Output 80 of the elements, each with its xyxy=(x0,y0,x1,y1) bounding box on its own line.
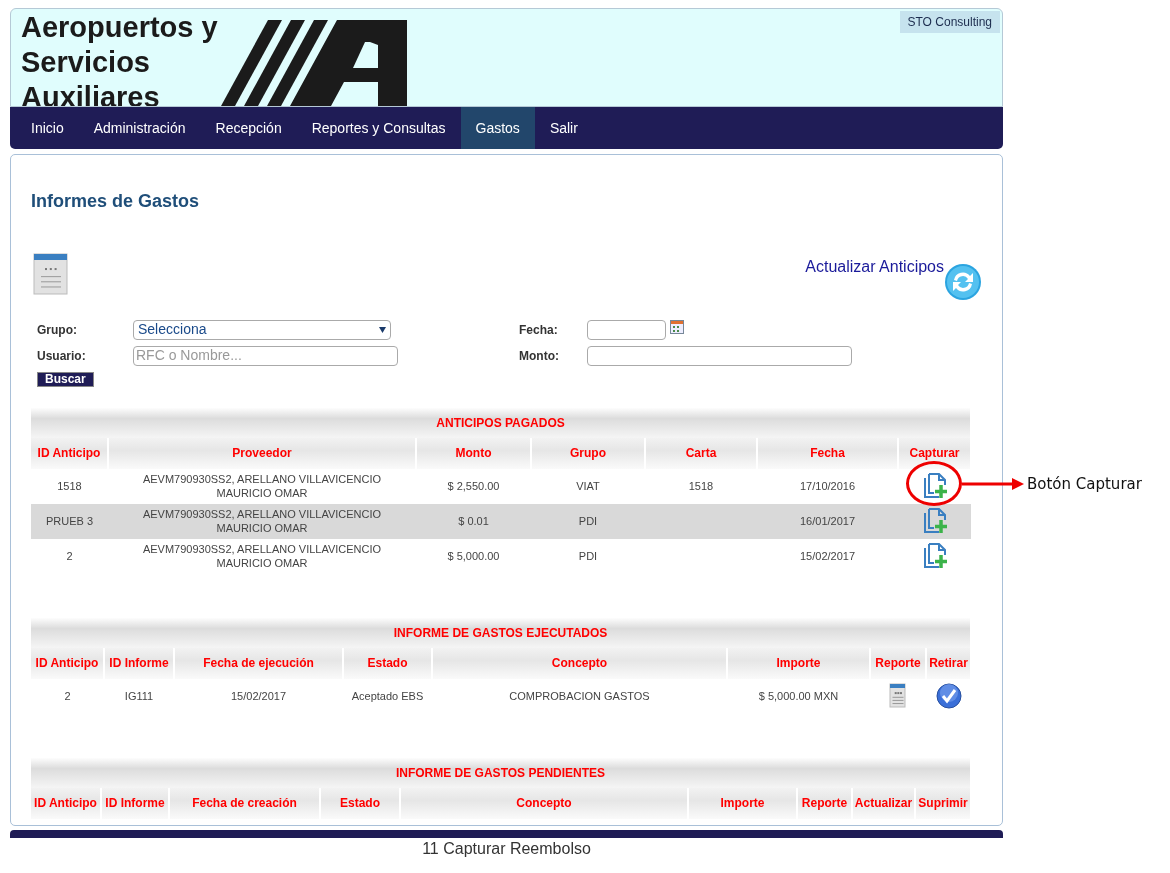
search-button[interactable]: Buscar xyxy=(37,371,94,387)
table-cell: PDI xyxy=(531,503,645,539)
table-cell: $ 2,550.00 xyxy=(416,468,531,504)
column-header: Reporte xyxy=(797,787,852,819)
column-header: Importe xyxy=(688,787,797,819)
table-cell: $ 5,000.00 xyxy=(416,538,531,574)
table-cell: 15/02/2017 xyxy=(174,678,343,714)
nav-tab[interactable]: Gastos xyxy=(460,107,535,149)
table-cell: 2 xyxy=(31,538,108,574)
logo-text: Aeropuertos y xyxy=(21,10,219,45)
table-cell: AEVM790930SS2, ARELLANO VILLAVICENCIO MAURICIO OMAR xyxy=(108,503,416,539)
table-cell: 16/01/2017 xyxy=(757,503,898,539)
nav-tab[interactable]: Recepción xyxy=(200,107,297,149)
table-cell: IG111 xyxy=(104,678,174,714)
table-title: ANTICIPOS PAGADOS xyxy=(31,407,972,438)
column-header: Concepto xyxy=(400,787,688,819)
refresh-icon[interactable] xyxy=(944,262,982,301)
column-header: Concepto xyxy=(432,647,727,679)
add-document-icon[interactable] xyxy=(921,543,948,570)
field-label: Grupo: xyxy=(37,321,78,339)
logo-text: Servicios xyxy=(21,45,151,80)
column-header: ID Anticipo xyxy=(31,437,108,469)
company-label: STO Consulting xyxy=(899,11,1000,33)
table-title: INFORME DE GASTOS EJECUTADOS xyxy=(31,617,972,648)
column-header: Estado xyxy=(320,787,400,819)
table-cell: 1518 xyxy=(645,468,757,504)
add-document-icon[interactable] xyxy=(921,473,948,500)
column-header: Reporte xyxy=(870,647,926,679)
nav-tab[interactable]: Reportes y Consultas xyxy=(296,107,461,149)
column-header: Actualizar xyxy=(852,787,915,819)
column-header: Suprimir xyxy=(915,787,972,819)
page-title: Informes de Gastos xyxy=(31,191,201,213)
figure-caption: 11 Capturar Reembolso xyxy=(421,840,592,858)
text-field[interactable]: RFC o Nombre... xyxy=(133,345,398,366)
column-header: ID Anticipo xyxy=(31,787,101,819)
text-field[interactable] xyxy=(587,345,852,366)
table-cell: $ 5,000.00 MXN xyxy=(727,678,870,714)
table-cell: Aceptado EBS xyxy=(343,678,432,714)
document-icon xyxy=(31,252,71,296)
column-header: Fecha de ejecución xyxy=(174,647,343,679)
annotation-arrow xyxy=(962,478,1024,490)
table-cell: PRUEB 3 xyxy=(31,503,108,539)
highlight-circle xyxy=(906,461,962,506)
column-header: ID Anticipo xyxy=(31,647,104,679)
column-header: Importe xyxy=(727,647,870,679)
field-label: Usuario: xyxy=(37,347,87,365)
group-select[interactable]: Selecciona xyxy=(133,319,391,340)
table-cell: COMPROBACION GASTOS xyxy=(432,678,727,714)
table-cell: AEVM790930SS2, ARELLANO VILLAVICENCIO MAURICIO OMAR xyxy=(108,538,416,574)
table-cell: PDI xyxy=(531,538,645,574)
table-cell: VIAT xyxy=(531,468,645,504)
table-cell: 2 xyxy=(31,678,104,714)
table-cell: 15/02/2017 xyxy=(757,538,898,574)
column-header: Carta xyxy=(645,437,757,469)
annotation-label: Botón Capturar xyxy=(1027,474,1142,495)
column-header: ID Informe xyxy=(104,647,174,679)
column-header: Proveedor xyxy=(108,437,416,469)
date-field[interactable] xyxy=(587,319,666,340)
table-cell: 17/10/2016 xyxy=(757,468,898,504)
column-header: Fecha de creación xyxy=(169,787,320,819)
table-cell: AEVM790930SS2, ARELLANO VILLAVICENCIO MAURICIO OMAR xyxy=(108,468,416,504)
table-title: INFORME DE GASTOS PENDIENTES xyxy=(31,757,972,788)
column-header: Estado xyxy=(343,647,432,679)
add-document-icon[interactable] xyxy=(921,508,948,535)
column-header: Fecha xyxy=(757,437,898,469)
refresh-link[interactable]: Actualizar Anticipos xyxy=(805,254,944,279)
document-icon xyxy=(887,683,909,710)
table-cell: 1518 xyxy=(31,468,108,504)
calendar-icon[interactable] xyxy=(670,319,684,334)
nav-tab[interactable]: Inicio xyxy=(16,107,79,149)
column-header: Monto xyxy=(416,437,531,469)
column-header: ID Informe xyxy=(101,787,169,819)
field-label: Fecha: xyxy=(519,321,559,339)
field-label: Monto: xyxy=(519,347,560,365)
column-header: Grupo xyxy=(531,437,645,469)
caret-icon xyxy=(379,327,386,334)
table-cell: $ 0.01 xyxy=(416,503,531,539)
nav-tab[interactable]: Salir xyxy=(534,107,593,149)
check-icon[interactable] xyxy=(935,683,962,710)
nav-tab[interactable]: Administración xyxy=(78,107,201,149)
